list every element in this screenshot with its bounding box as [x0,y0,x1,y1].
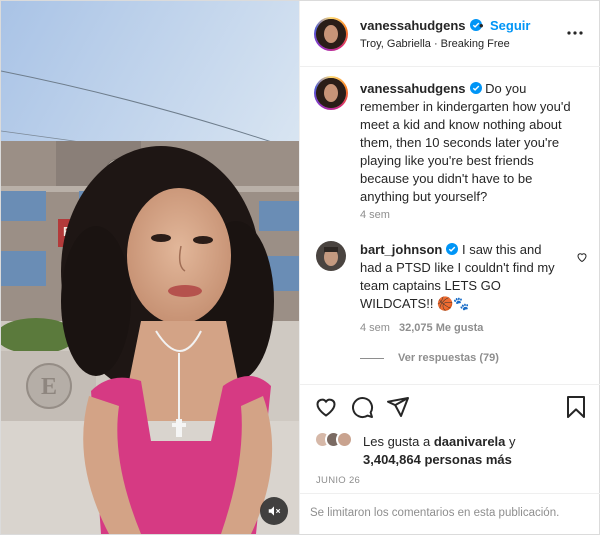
verified-badge-icon [446,243,459,255]
post-date[interactable]: JUNIO 26 [316,475,360,486]
top-comment: bart_johnson I saw this and had a PTSD l… [360,241,565,313]
author-avatar[interactable] [314,17,348,51]
author-avatar-image [316,19,346,49]
muted-speaker-icon [268,506,281,516]
comments-limited-text: Se limitaron los comentarios en esta pub… [310,507,560,519]
caption-text: Do you remember in kindergarten how you'… [360,81,571,204]
instagram-post: EAS E [0,0,600,535]
comments-limited-notice: Se limitaron los comentarios en esta pub… [300,493,600,534]
likes-text: Les gusta a daanivarela y [363,433,516,451]
heart-icon[interactable] [314,395,338,419]
comment-icon[interactable] [350,395,374,419]
verified-badge-icon [469,82,482,94]
comments-section: vanessahudgens Do you remember in kinder… [300,68,600,384]
mute-button[interactable] [260,497,288,525]
comment-age[interactable]: 4 sem [360,322,390,334]
caption-age[interactable]: 4 sem [360,209,390,221]
caption-avatar-image [316,78,346,108]
comment-like-heart-icon[interactable] [576,251,588,263]
comment-likes-count[interactable]: 32,075 Me gusta [399,322,483,334]
separator-dot: • [479,18,484,33]
follow-button[interactable]: Seguir [490,18,530,33]
post-side-panel: vanessahudgens • Seguir Troy, Gabriella … [299,1,600,534]
share-icon[interactable] [386,395,410,419]
post-header: vanessahudgens • Seguir Troy, Gabriella … [300,1,600,67]
caption: vanessahudgens Do you remember in kinder… [360,80,582,206]
liker-username[interactable]: daanivarela [434,434,506,449]
liker-avatar[interactable] [336,431,353,448]
svg-text:E: E [41,374,57,400]
video-frame: EAS E [1,1,299,534]
post-location[interactable]: Troy, Gabriella · Breaking Free [360,38,510,50]
view-replies-button[interactable]: Ver respuestas (79) [360,352,499,364]
view-replies-label: Ver respuestas (79) [398,352,499,364]
bookmark-icon[interactable] [564,395,588,419]
author-username[interactable]: vanessahudgens [360,18,466,33]
commenter-username[interactable]: bart_johnson [360,242,442,257]
replies-line [360,357,384,359]
likes-conjunction: y [509,434,516,449]
author-username-row[interactable]: vanessahudgens [360,18,482,33]
commenter-avatar[interactable] [316,241,346,271]
likes-count[interactable]: 3,404,864 personas más [363,451,512,469]
post-video[interactable]: EAS E [1,1,299,534]
more-options-icon[interactable] [565,25,585,41]
action-bar [300,384,600,424]
caption-username[interactable]: vanessahudgens [360,81,466,96]
commenter-avatar-image [316,241,346,271]
caption-avatar[interactable] [314,76,348,110]
likes-prefix: Les gusta a [363,434,431,449]
